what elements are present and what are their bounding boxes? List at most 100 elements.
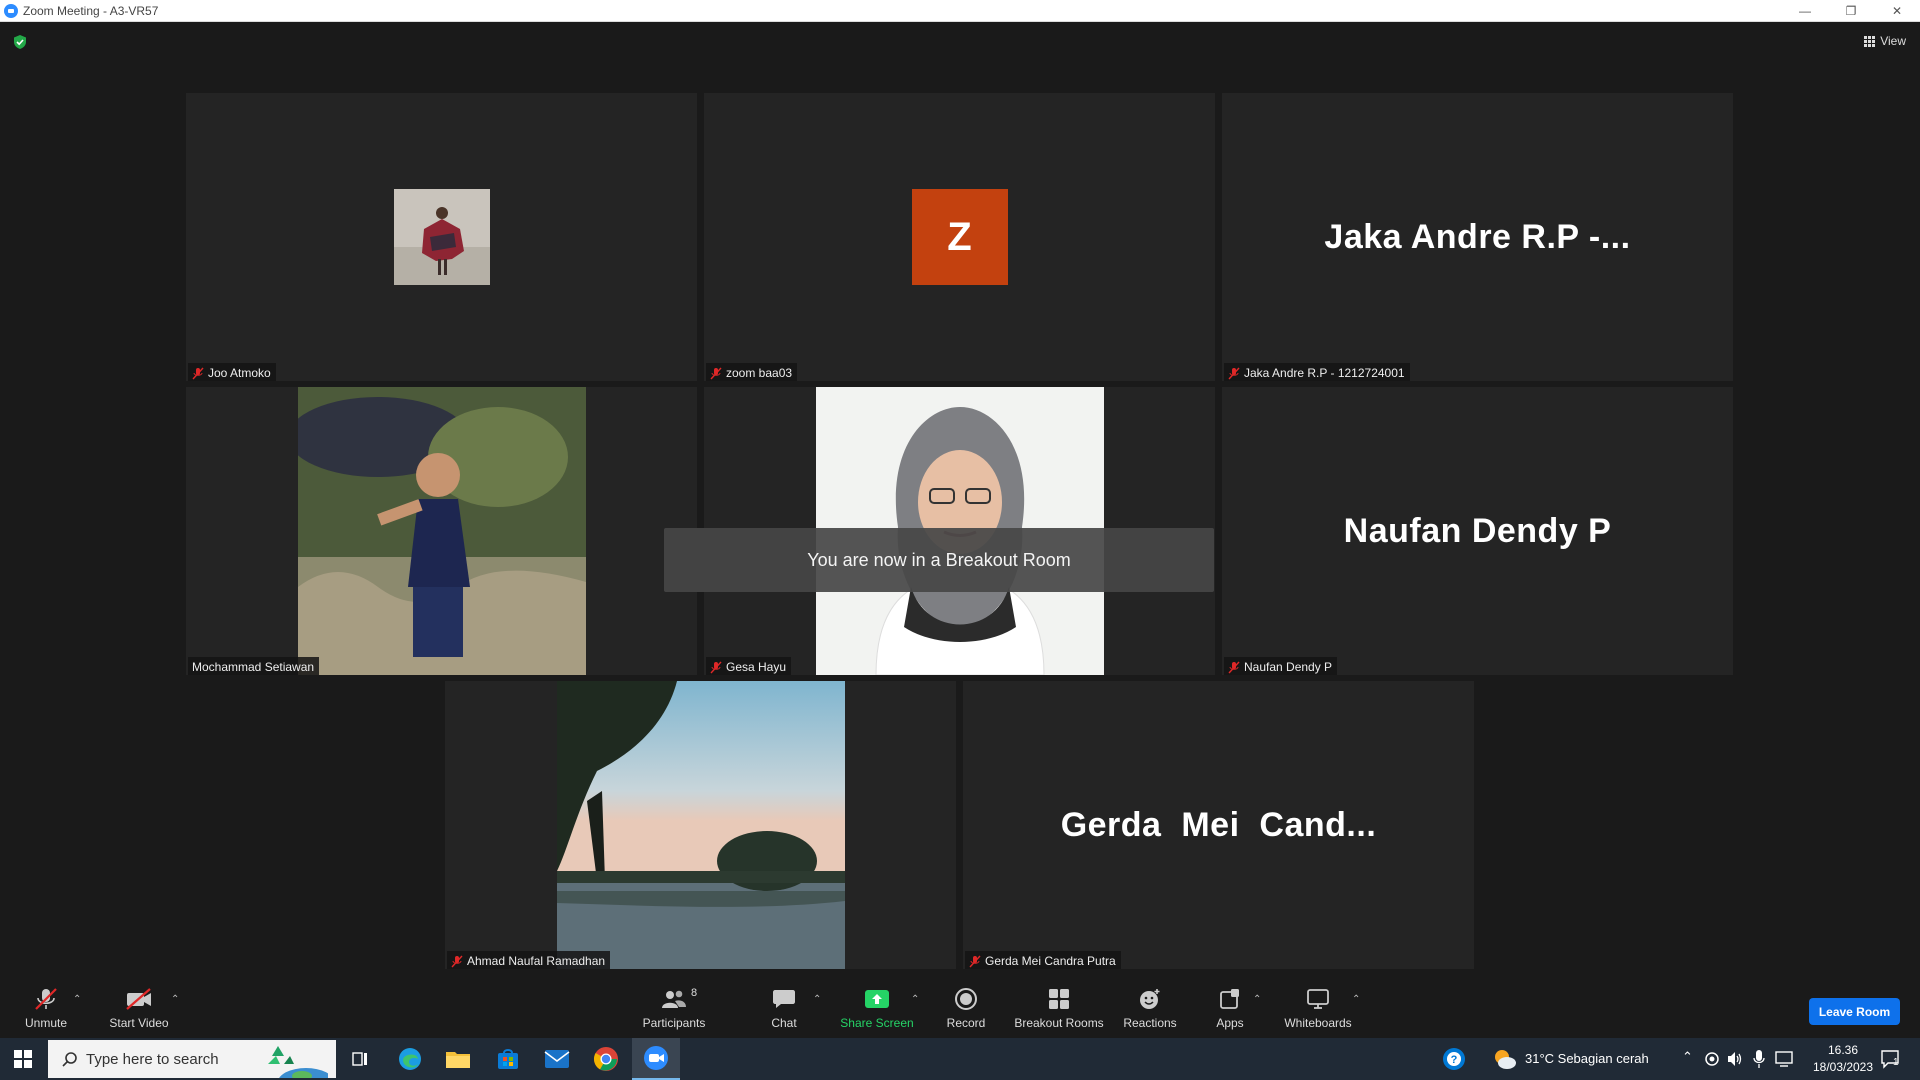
participant-name-tag: Naufan Dendy P: [1224, 657, 1338, 675]
breakout-room-toast: You are now in a Breakout Room: [664, 528, 1214, 592]
participant-display-name: Jaka Andre R.P -...: [1324, 217, 1631, 256]
microphone-icon[interactable]: [1752, 1049, 1766, 1069]
breakout-rooms-label: Breakout Rooms: [1014, 1015, 1104, 1030]
speaker-icon[interactable]: [1726, 1050, 1744, 1068]
audio-options-caret-icon[interactable]: ⌃: [73, 994, 81, 1005]
search-icon: [62, 1052, 77, 1067]
share-options-caret-icon[interactable]: ⌃: [911, 994, 919, 1005]
participant-video: [556, 681, 845, 969]
grid-view-icon: [1864, 35, 1876, 47]
mail-icon: [544, 1050, 570, 1068]
share-screen-button[interactable]: Share Screen: [838, 978, 916, 1038]
whiteboards-options-caret-icon[interactable]: ⌃: [1352, 994, 1360, 1005]
participant-name-tag: Ahmad Naufal Ramadhan: [447, 951, 611, 969]
meeting-area: View Joo Atmoko Z zoom baa03 Jaka Andre …: [0, 22, 1920, 1038]
participant-display-name: Naufan Dendy P: [1343, 511, 1612, 550]
file-explorer-button[interactable]: [434, 1038, 482, 1080]
folder-icon: [446, 1052, 470, 1068]
restore-button[interactable]: ❐: [1828, 0, 1874, 22]
video-tile[interactable]: Joo Atmoko: [186, 93, 697, 381]
participants-button[interactable]: 8 Participants: [638, 978, 710, 1038]
apps-button[interactable]: Apps: [1210, 978, 1250, 1038]
participant-name: Mochammad Setiawan: [192, 660, 315, 674]
edge-taskbar-button[interactable]: [386, 1038, 434, 1080]
apps-label: Apps: [1216, 1015, 1244, 1030]
breakout-rooms-button[interactable]: Breakout Rooms: [1012, 978, 1106, 1038]
whiteboards-button[interactable]: Whiteboards: [1282, 978, 1354, 1038]
profile-photo: [393, 189, 490, 285]
mic-muted-icon: [710, 661, 722, 673]
chat-button[interactable]: Chat: [760, 978, 808, 1038]
video-tile[interactable]: Z zoom baa03: [704, 93, 1215, 381]
window-titlebar: Zoom Meeting - A3-VR57 — ❐ ✕: [0, 0, 1920, 22]
weather-text[interactable]: 31°C Sebagian cerah: [1525, 1051, 1649, 1066]
participant-name-tag: zoom baa03: [706, 363, 798, 381]
video-tile[interactable]: Ahmad Naufal Ramadhan: [445, 681, 956, 969]
leave-room-button[interactable]: Leave Room: [1809, 998, 1900, 1025]
svg-text:?: ?: [1451, 1054, 1458, 1066]
unmute-label: Unmute: [24, 1015, 68, 1030]
participant-name-tag: Jaka Andre R.P - 1212724001: [1224, 363, 1410, 381]
whiteboards-label: Whiteboards: [1284, 1015, 1352, 1030]
minimize-button[interactable]: —: [1782, 0, 1828, 22]
video-tile[interactable]: Naufan Dendy P Naufan Dendy P: [1222, 387, 1733, 675]
help-icon[interactable]: ?: [1442, 1047, 1466, 1071]
start-button[interactable]: [0, 1038, 46, 1080]
apps-icon: [1220, 988, 1239, 1009]
participants-label: Participants: [642, 1015, 706, 1030]
start-video-button[interactable]: Start Video: [104, 978, 174, 1038]
weather-partly-sunny-icon[interactable]: [1492, 1047, 1518, 1071]
record-button[interactable]: Record: [940, 978, 992, 1038]
chat-options-caret-icon[interactable]: ⌃: [813, 994, 821, 1005]
participant-name-tag: Mochammad Setiawan: [188, 657, 320, 675]
clock-time[interactable]: 16.36: [1818, 1043, 1868, 1057]
view-button[interactable]: View: [1864, 34, 1906, 48]
store-icon: [498, 1049, 518, 1069]
mic-muted-icon: [1228, 661, 1240, 673]
mic-muted-icon: [1228, 367, 1240, 379]
participants-count: 8: [691, 986, 698, 999]
unmute-button[interactable]: Unmute: [18, 978, 74, 1038]
record-icon: [955, 987, 977, 1010]
participant-name: Jaka Andre R.P - 1212724001: [1244, 366, 1405, 380]
close-button[interactable]: ✕: [1874, 0, 1920, 22]
security-shield-icon[interactable]: [12, 34, 28, 50]
zoom-icon: [644, 1046, 668, 1070]
apps-options-caret-icon[interactable]: ⌃: [1253, 994, 1261, 1005]
mic-muted-icon: [969, 955, 981, 967]
task-view-button[interactable]: [336, 1038, 384, 1080]
mic-muted-icon: [192, 367, 204, 379]
task-view-icon: [352, 1052, 367, 1066]
share-screen-icon: [865, 989, 889, 1008]
mail-button[interactable]: [533, 1038, 581, 1080]
notification-count: 1: [1893, 1057, 1899, 1068]
video-tile[interactable]: Jaka Andre R.P -... Jaka Andre R.P - 121…: [1222, 93, 1733, 381]
participant-name-tag: Joo Atmoko: [188, 363, 276, 381]
mic-muted-icon: [451, 955, 463, 967]
participants-icon: [662, 990, 686, 1008]
zoom-taskbar-button[interactable]: [632, 1038, 680, 1080]
location-icon[interactable]: [1704, 1051, 1720, 1067]
reactions-button[interactable]: Reactions: [1120, 978, 1180, 1038]
reactions-icon: [1140, 988, 1160, 1009]
participant-name: zoom baa03: [726, 366, 793, 380]
breakout-rooms-icon: [1049, 988, 1069, 1009]
participant-video: [297, 387, 586, 675]
chrome-button[interactable]: [582, 1038, 630, 1080]
video-options-caret-icon[interactable]: ⌃: [171, 994, 179, 1005]
search-placeholder: Type here to search: [86, 1050, 219, 1068]
network-icon[interactable]: [1774, 1050, 1794, 1068]
view-label: View: [1880, 34, 1906, 48]
video-tile[interactable]: Gerda Mei Cand... Gerda Mei Candra Putra: [963, 681, 1474, 969]
windows-taskbar: Type here to search ? 31°C Sebagian cera…: [0, 1038, 1920, 1080]
participant-name: Ahmad Naufal Ramadhan: [467, 954, 606, 968]
search-highlight-icon: [268, 1046, 328, 1078]
tray-overflow-chevron-icon[interactable]: ⌃: [1682, 1049, 1693, 1065]
taskbar-search-box[interactable]: Type here to search: [48, 1040, 336, 1078]
clock-date[interactable]: 18/03/2023: [1800, 1060, 1886, 1074]
zoom-app-icon: [4, 4, 18, 18]
meeting-toolbar: Unmute ⌃ Start Video ⌃ 8 Participants Ch…: [0, 978, 1920, 1038]
video-tile[interactable]: Mochammad Setiawan: [186, 387, 697, 675]
participant-name: Naufan Dendy P: [1244, 660, 1333, 674]
store-button[interactable]: [484, 1038, 532, 1080]
